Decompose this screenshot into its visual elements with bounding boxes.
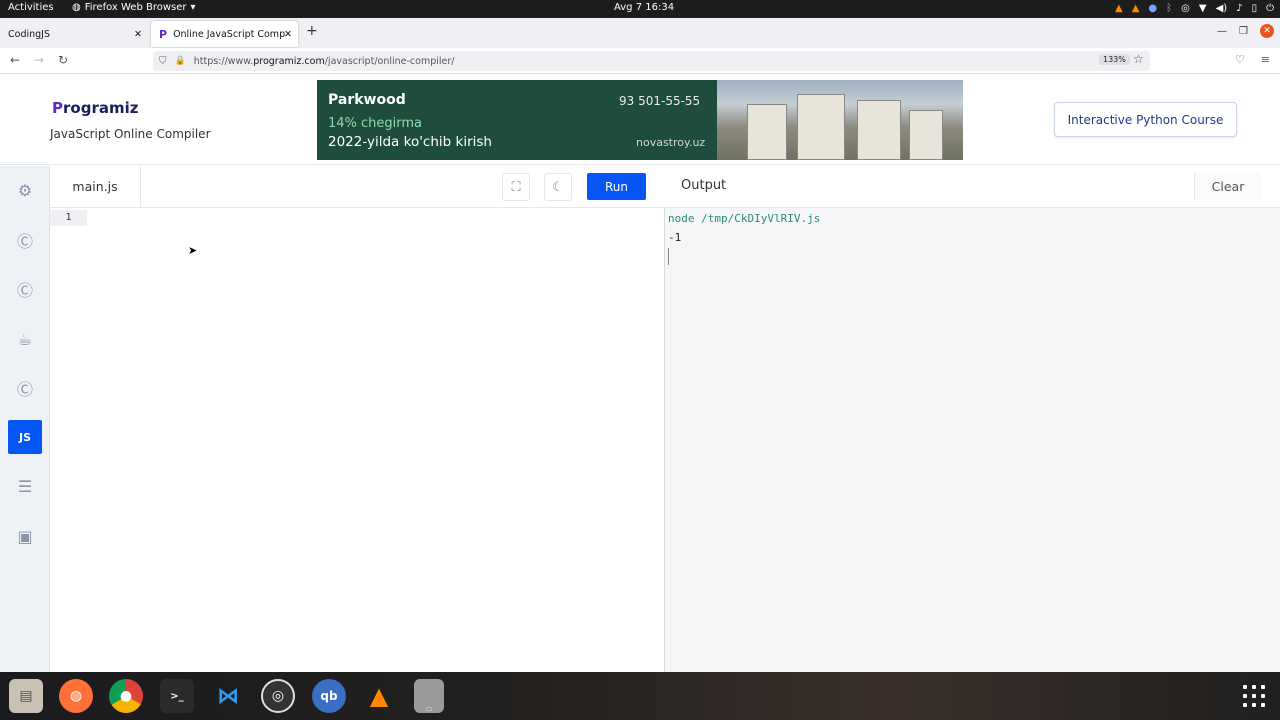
dock: ▤ ◍ ● >_ ⋈ ◎ qb ▲ ▭ bbox=[0, 672, 1280, 720]
editor-header: main.js ⛶ ☾ Run bbox=[50, 166, 665, 208]
window-controls: — ❐ ✕ bbox=[1217, 24, 1274, 38]
ad-phone: 93 501-55-55 bbox=[619, 94, 701, 108]
java-icon[interactable]: ☕ bbox=[8, 322, 42, 356]
mouse-cursor-icon: ➤ bbox=[188, 244, 198, 257]
ad-promo: 14% chegirma bbox=[328, 116, 423, 131]
cpp-icon[interactable]: Ⓒ bbox=[8, 272, 42, 306]
system-tray[interactable]: ▲ ▲ ● ᛒ ◎ ▼ ◀) ♪ ▯ ⏻ bbox=[1115, 1, 1274, 17]
toolbar-right: ♡ ≡ bbox=[1235, 53, 1270, 66]
qbittorrent-icon[interactable]: qb bbox=[312, 679, 346, 713]
ad-site: novastroy.uz bbox=[636, 136, 706, 149]
ad-slogan: 2022-yilda ko'chib kirish bbox=[328, 134, 492, 150]
close-tab-icon[interactable]: ✕ bbox=[284, 29, 292, 40]
forward-icon[interactable]: → bbox=[34, 53, 44, 67]
output-result: -1 bbox=[668, 231, 682, 244]
wifi-icon[interactable]: ▼ bbox=[1199, 2, 1207, 16]
python-icon[interactable]: ⚙ bbox=[8, 173, 42, 207]
language-sidebar: ⚙ Ⓒ Ⓒ ☕ Ⓒ JS ☰ ▣ bbox=[0, 166, 50, 672]
chrome-icon[interactable]: ● bbox=[109, 679, 143, 713]
c-icon[interactable]: Ⓒ bbox=[8, 223, 42, 257]
bluetooth-icon[interactable]: ᛒ bbox=[1166, 2, 1172, 16]
firefox-icon[interactable]: ◍ bbox=[59, 679, 93, 713]
page-subtitle: JavaScript Online Compiler bbox=[50, 127, 211, 141]
battery-icon[interactable]: ▯ bbox=[1252, 2, 1258, 16]
vlc-icon[interactable]: ▲ bbox=[362, 679, 396, 713]
dark-mode-icon[interactable]: ☾ bbox=[544, 173, 572, 201]
fullscreen-icon[interactable]: ⛶ bbox=[502, 173, 530, 201]
close-window-icon[interactable]: ✕ bbox=[1260, 24, 1274, 38]
firefox-icon: ◍ bbox=[72, 2, 81, 13]
tab-title: CodingJS bbox=[8, 28, 50, 40]
page-header: Programiz JavaScript Online Compiler Par… bbox=[0, 75, 1280, 165]
sql-icon[interactable]: ☰ bbox=[8, 469, 42, 503]
ssd-drive-icon[interactable]: ▭ bbox=[414, 679, 444, 713]
lock-icon[interactable]: 🔒 bbox=[175, 56, 186, 66]
interactive-python-course-button[interactable]: Interactive Python Course bbox=[1054, 102, 1237, 137]
obs-icon[interactable]: ◎ bbox=[261, 679, 295, 713]
bookmark-star-icon[interactable]: ☆ bbox=[1133, 52, 1144, 66]
app-menu[interactable]: ◍ Firefox Web Browser ▾ bbox=[72, 2, 196, 13]
run-button[interactable]: Run bbox=[587, 173, 646, 200]
pocket-icon[interactable]: ♡ bbox=[1235, 53, 1245, 66]
url-prefix: https://www. bbox=[193, 55, 254, 67]
volume-icon[interactable]: ◀) bbox=[1216, 2, 1228, 16]
programiz-logo[interactable]: Programiz bbox=[52, 99, 138, 117]
url-host: programiz.com bbox=[253, 55, 325, 67]
zoom-level[interactable]: 133% bbox=[1099, 54, 1130, 65]
clear-button[interactable]: Clear bbox=[1194, 172, 1261, 200]
tab-online-compiler[interactable]: P Online JavaScript Compiler ✕ bbox=[151, 21, 298, 47]
vlc-tray-icon[interactable]: ▲ bbox=[1115, 2, 1123, 16]
url-path: /javascript/online-compiler/ bbox=[324, 55, 455, 67]
navigation-bar: ← → ↻ ⛉ 🔒 https://www. programiz.com /ja… bbox=[0, 48, 1280, 74]
vscode-icon[interactable]: ⋈ bbox=[211, 679, 245, 713]
code-editor[interactable]: 1 ➤ bbox=[50, 208, 665, 672]
qbittorrent-tray-icon[interactable]: ● bbox=[1148, 2, 1157, 16]
tab-codingjs[interactable]: CodingJS ✕ bbox=[0, 21, 150, 47]
obs-tray-icon[interactable]: ◎ bbox=[1181, 2, 1190, 16]
tab-strip: CodingJS ✕ P Online JavaScript Compiler … bbox=[0, 18, 1280, 48]
text-caret bbox=[668, 248, 669, 265]
output-label: Output bbox=[681, 178, 727, 193]
files-icon[interactable]: ▤ bbox=[9, 679, 43, 713]
show-applications-icon[interactable] bbox=[1243, 685, 1265, 707]
line-number: 1 bbox=[50, 210, 87, 226]
terminal-icon[interactable]: >_ bbox=[160, 679, 194, 713]
chevron-down-icon: ▾ bbox=[190, 2, 196, 13]
file-tab-main-js[interactable]: main.js bbox=[50, 166, 141, 207]
tracking-shield-icon[interactable]: ⛉ bbox=[159, 56, 167, 67]
microphone-icon[interactable]: ♪ bbox=[1236, 2, 1242, 16]
power-icon[interactable]: ⏻ bbox=[1266, 2, 1274, 16]
minimize-icon[interactable]: — bbox=[1217, 26, 1227, 37]
output-console[interactable]: node /tmp/CkDIyVlRIV.js -1 bbox=[665, 208, 1280, 672]
close-tab-icon[interactable]: ✕ bbox=[134, 29, 142, 40]
tab-title: Online JavaScript Compiler bbox=[173, 28, 286, 40]
html5-icon[interactable]: ▣ bbox=[8, 519, 42, 553]
output-header: Output Clear bbox=[665, 166, 1280, 208]
advertisement-banner[interactable]: Parkwood 93 501-55-55 14% chegirma 2022-… bbox=[317, 80, 963, 160]
output-command: node /tmp/CkDIyVlRIV.js bbox=[668, 212, 821, 225]
url-bar[interactable]: ⛉ 🔒 https://www. programiz.com /javascri… bbox=[153, 51, 1150, 71]
activities-button[interactable]: Activities bbox=[8, 2, 54, 13]
ad-brand: Parkwood bbox=[328, 92, 406, 108]
ad-building-photo bbox=[717, 80, 963, 160]
back-icon[interactable]: ← bbox=[10, 53, 20, 67]
vlc-tray-icon-2[interactable]: ▲ bbox=[1132, 2, 1140, 16]
js-icon[interactable]: JS bbox=[8, 420, 42, 454]
csharp-icon[interactable]: Ⓒ bbox=[8, 371, 42, 405]
programiz-favicon: P bbox=[159, 27, 168, 41]
system-top-bar: Activities ◍ Firefox Web Browser ▾ Avg 7… bbox=[0, 0, 1280, 18]
restore-icon[interactable]: ❐ bbox=[1239, 26, 1248, 37]
new-tab-icon[interactable]: + bbox=[306, 23, 318, 39]
app-menu-label: Firefox Web Browser bbox=[84, 2, 187, 13]
reload-icon[interactable]: ↻ bbox=[58, 53, 68, 67]
menu-icon[interactable]: ≡ bbox=[1261, 53, 1270, 66]
clock[interactable]: Avg 7 16:34 bbox=[614, 2, 674, 13]
